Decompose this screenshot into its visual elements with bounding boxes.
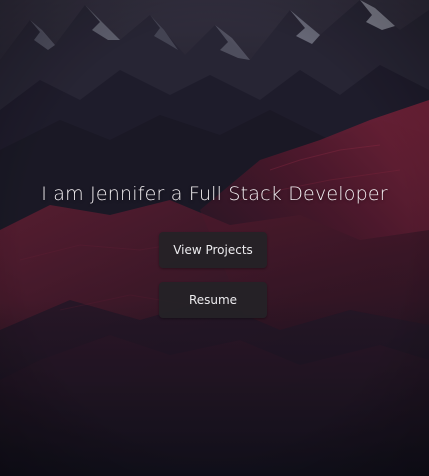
view-projects-button[interactable]: View Projects <box>159 232 267 268</box>
resume-button[interactable]: Resume <box>159 282 267 318</box>
hero-content: I am Jennifer a Full Stack Developer Vie… <box>0 0 429 476</box>
hero-headline: I am Jennifer a Full Stack Developer <box>41 183 388 205</box>
hero-section: I am Jennifer a Full Stack Developer Vie… <box>0 0 429 476</box>
